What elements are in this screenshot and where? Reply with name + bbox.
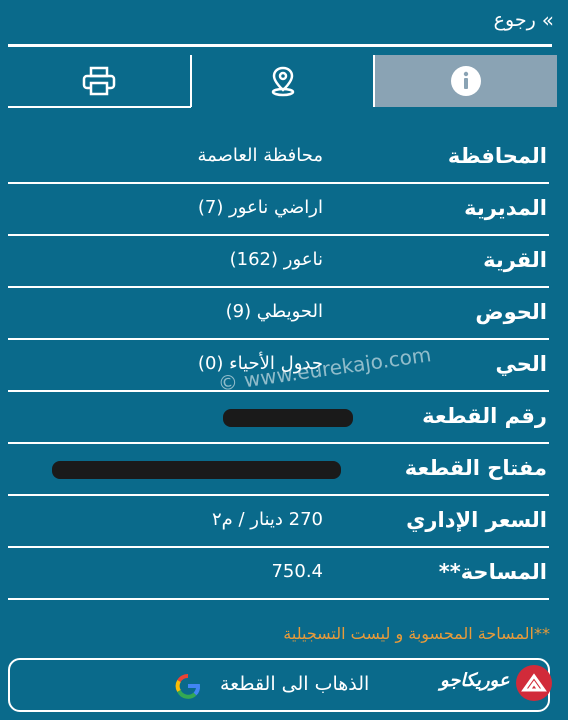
detail-label: السعر الإداري bbox=[406, 508, 547, 532]
go-to-plot-label: الذهاب الى القطعة bbox=[220, 673, 370, 695]
tab-info[interactable] bbox=[375, 55, 558, 107]
google-icon bbox=[175, 674, 200, 699]
detail-row-plot-number: رقم القطعة bbox=[8, 392, 549, 444]
redacted-value bbox=[52, 461, 341, 479]
printer-icon bbox=[82, 66, 116, 96]
detail-value: اراضي ناعور (7) bbox=[197, 197, 323, 218]
detail-label: الحي bbox=[495, 352, 547, 376]
detail-row-basin: الحوض الحويطي (9) bbox=[8, 288, 549, 340]
detail-label: المديرية bbox=[464, 196, 547, 220]
detail-label: المحافظة bbox=[447, 144, 547, 168]
detail-row-directorate: المديرية اراضي ناعور (7) bbox=[8, 184, 549, 236]
tab-underline bbox=[8, 106, 191, 108]
detail-row-governorate: المحافظة محافظة العاصمة bbox=[8, 132, 549, 184]
tab-bar bbox=[8, 55, 558, 107]
tab-print[interactable] bbox=[8, 55, 192, 107]
brand-logo-text: عوريكاجو bbox=[440, 670, 511, 691]
back-label: رجوع bbox=[493, 9, 536, 31]
detail-row-admin-price: السعر الإداري 270 دينار / م٢ bbox=[8, 496, 549, 548]
detail-value: ناعور (162) bbox=[229, 249, 323, 270]
double-chevron-right-icon: » bbox=[541, 8, 554, 32]
redacted-value bbox=[223, 409, 353, 427]
detail-row-village: القرية ناعور (162) bbox=[8, 236, 549, 288]
go-to-plot-button[interactable]: الذهاب الى القطعة عوريكاجو bbox=[8, 658, 552, 712]
back-button[interactable]: » رجوع bbox=[493, 8, 554, 32]
area-note: **المساحة المحسوبة و ليست التسجيلية bbox=[283, 624, 550, 643]
tab-location[interactable] bbox=[192, 55, 376, 107]
detail-value: 270 دينار / م٢ bbox=[211, 509, 323, 530]
detail-label: القرية bbox=[483, 248, 547, 272]
brand-logo-icon bbox=[516, 665, 552, 701]
detail-row-area: المساحة** 750.4 bbox=[8, 548, 549, 600]
header-divider bbox=[8, 44, 552, 47]
detail-label: المساحة** bbox=[438, 560, 547, 584]
detail-value: الحويطي (9) bbox=[225, 301, 323, 322]
detail-value: محافظة العاصمة bbox=[197, 145, 323, 166]
detail-label: رقم القطعة bbox=[422, 404, 547, 428]
info-icon bbox=[451, 66, 482, 96]
detail-row-plot-key: مفتاح القطعة bbox=[8, 444, 549, 496]
detail-label: الحوض bbox=[475, 300, 547, 324]
location-pin-icon bbox=[271, 66, 294, 97]
detail-label: مفتاح القطعة bbox=[404, 456, 547, 480]
detail-value: 750.4 bbox=[271, 561, 323, 582]
